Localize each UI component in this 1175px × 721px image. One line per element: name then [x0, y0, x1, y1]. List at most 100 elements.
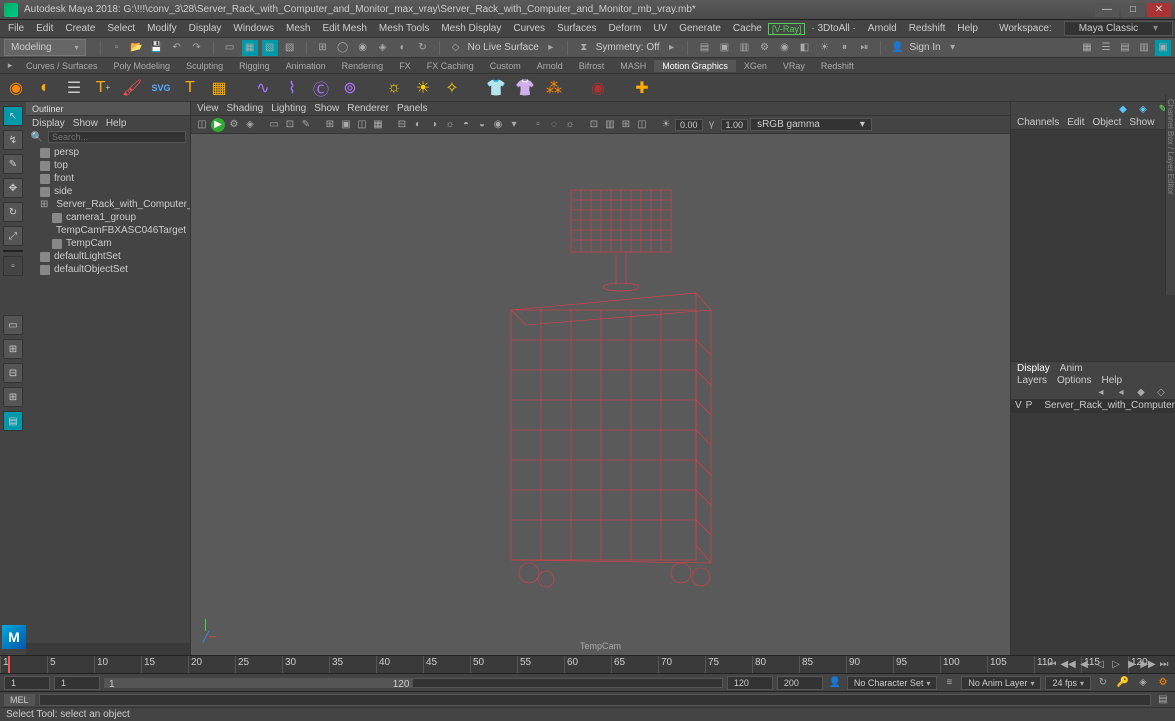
menu-mesh-display[interactable]: Mesh Display	[435, 21, 507, 36]
xray-toggle-icon[interactable]: ▤	[1117, 40, 1133, 56]
outliner-menu-help[interactable]: Help	[106, 118, 127, 129]
script-editor-icon[interactable]: ▤	[1155, 692, 1171, 708]
channel-box[interactable]	[1011, 130, 1175, 361]
view-menu-lighting[interactable]: Lighting	[271, 103, 306, 114]
shelf-tab-rendering[interactable]: Rendering	[334, 60, 392, 72]
move-tool-icon[interactable]: ✥	[3, 178, 23, 198]
view-menu-renderer[interactable]: Renderer	[347, 103, 389, 114]
play-forward-icon[interactable]: ▷	[1109, 657, 1123, 671]
rotate-tool-icon[interactable]: ↻	[3, 202, 23, 222]
outliner-tree[interactable]: persptopfrontside⊞Server_Rack_with_Compu…	[26, 144, 190, 643]
use-lights-icon[interactable]: ☼	[443, 118, 457, 132]
shelf-text-icon[interactable]: T	[178, 76, 202, 100]
bookmark-icon[interactable]: ◈	[243, 118, 257, 132]
two-pane-h-icon[interactable]: ⊟	[3, 363, 23, 383]
select-mode-icon[interactable]: ▭	[222, 40, 238, 56]
select-component-icon[interactable]: ▧	[282, 40, 298, 56]
menu-cache[interactable]: Cache	[727, 21, 768, 36]
textured-icon[interactable]: ◑	[427, 118, 441, 132]
attribute-editor-toggle-icon[interactable]: ▥	[1136, 40, 1152, 56]
channel-menu-show[interactable]: Show	[1129, 117, 1154, 128]
signin-dropdown-icon[interactable]: ▾	[945, 40, 961, 56]
menu-deform[interactable]: Deform	[603, 21, 648, 36]
ao-icon[interactable]: ◒	[475, 118, 489, 132]
construction-history-icon[interactable]: ▤	[696, 40, 712, 56]
shelf-cloth2-icon[interactable]: 👚	[513, 76, 537, 100]
step-forward-key-icon[interactable]: ▶▶	[1141, 657, 1155, 671]
layer-scrollbar[interactable]	[1011, 643, 1175, 655]
isolate-icon[interactable]: ▫	[531, 118, 545, 132]
live-surface-toggle-icon[interactable]: ◇	[448, 40, 464, 56]
snap-plane-icon[interactable]: ◈	[375, 40, 391, 56]
layer-playback-toggle[interactable]: P	[1026, 400, 1033, 411]
pause-icon[interactable]: ⏸	[836, 40, 852, 56]
redo-icon[interactable]: ↷	[189, 40, 205, 56]
shelf-tab-rigging[interactable]: Rigging	[231, 60, 278, 72]
step-back-icon[interactable]: ◀	[1077, 657, 1091, 671]
attribute-icon[interactable]: ◈	[1135, 101, 1151, 117]
step-back-key-icon[interactable]: ◀◀	[1061, 657, 1075, 671]
menu-modify[interactable]: Modify	[141, 21, 182, 36]
layer-tab-anim[interactable]: Anim	[1060, 363, 1083, 374]
symmetry-dropdown-icon[interactable]: ▸	[663, 40, 679, 56]
anim-layer-icon[interactable]: ≡	[941, 675, 957, 691]
channel-menu-object[interactable]: Object	[1093, 117, 1122, 128]
gamma-icon[interactable]: γ	[705, 118, 719, 132]
select-hierarchy-icon[interactable]: ▦	[242, 40, 258, 56]
ipr-render-icon[interactable]: ▥	[736, 40, 752, 56]
range-start-field[interactable]: 1	[54, 676, 100, 690]
gamma-field[interactable]: 1.00	[721, 119, 749, 131]
shelf-type-icon[interactable]: T+	[91, 76, 115, 100]
script-lang-button[interactable]: MEL	[4, 694, 35, 706]
shelf-tab-xgen[interactable]: XGen	[736, 60, 775, 72]
xray-joints-icon[interactable]: ☼	[563, 118, 577, 132]
menu-mesh[interactable]: Mesh	[280, 21, 316, 36]
step-forward-icon[interactable]: ▶	[1125, 657, 1139, 671]
outliner-node[interactable]: side	[28, 185, 188, 198]
snap-grid-icon[interactable]: ⊞	[315, 40, 331, 56]
shelf-svg-icon[interactable]: SVG	[149, 76, 173, 100]
shelf-tab-mash[interactable]: MASH	[612, 60, 654, 72]
goto-end-icon[interactable]: ⏭	[1157, 657, 1171, 671]
symmetry-toggle-icon[interactable]: ⧗	[576, 40, 592, 56]
color-space-selector[interactable]: sRGB gamma▾	[750, 118, 872, 131]
shelf-box-icon[interactable]: ▦	[207, 76, 231, 100]
command-input[interactable]	[39, 694, 1151, 706]
view-menu-show[interactable]: Show	[314, 103, 339, 114]
account-icon[interactable]: 👤	[889, 40, 905, 56]
wireframe-icon[interactable]: ⊟	[395, 118, 409, 132]
lasso-tool-icon[interactable]: ↯	[3, 130, 23, 150]
shelf-network-icon[interactable]: ◉	[4, 76, 28, 100]
shelf-curl-icon[interactable]: Ⓒ	[309, 76, 333, 100]
anim-layer-selector[interactable]: No Anim Layer	[961, 676, 1041, 690]
anim-end-field[interactable]: 200	[777, 676, 823, 690]
prefs-icon[interactable]: ⚙	[1155, 675, 1171, 691]
shelf-curve1-icon[interactable]: ∿	[251, 76, 275, 100]
side-tab-label[interactable]: Channel Box / Layer Editor	[1165, 95, 1175, 295]
outliner-menu-show[interactable]: Show	[73, 118, 98, 129]
live-dropdown-icon[interactable]: ▸	[543, 40, 559, 56]
grease-pencil-icon[interactable]: ✎	[299, 118, 313, 132]
shelf-tab-fx[interactable]: FX	[391, 60, 419, 72]
hud-toggle-icon[interactable]: ☰	[1098, 40, 1114, 56]
gate-mask-icon[interactable]: ▦	[371, 118, 385, 132]
shelf-tab-poly[interactable]: Poly Modeling	[106, 60, 179, 72]
last-tool-icon[interactable]: ▫	[3, 256, 23, 276]
four-pane-icon[interactable]: ⊞	[3, 339, 23, 359]
modeling-toolkit-toggle-icon[interactable]: ▦	[1079, 40, 1095, 56]
select-tool-icon[interactable]: ↖	[3, 106, 23, 126]
save-scene-icon[interactable]: 💾	[149, 40, 165, 56]
shelf-svg-paint-icon[interactable]: 🖌	[120, 76, 144, 100]
film-gate-icon[interactable]: ▣	[339, 118, 353, 132]
2d-pan-icon[interactable]: ⊡	[283, 118, 297, 132]
shelf-particle-icon[interactable]: ⁂	[542, 76, 566, 100]
aa-icon[interactable]: ▾	[507, 118, 521, 132]
open-scene-icon[interactable]: 📂	[129, 40, 145, 56]
maximize-button[interactable]: □	[1121, 3, 1145, 17]
resolution-gate-icon[interactable]: ◫	[355, 118, 369, 132]
channel-box-toggle-icon[interactable]: ▣	[1155, 40, 1171, 56]
shelf-tab-bifrost[interactable]: Bifrost	[571, 60, 613, 72]
undo-icon[interactable]: ↶	[169, 40, 185, 56]
shelf-tab-fxcaching[interactable]: FX Caching	[419, 60, 482, 72]
view-menu-view[interactable]: View	[197, 103, 219, 114]
